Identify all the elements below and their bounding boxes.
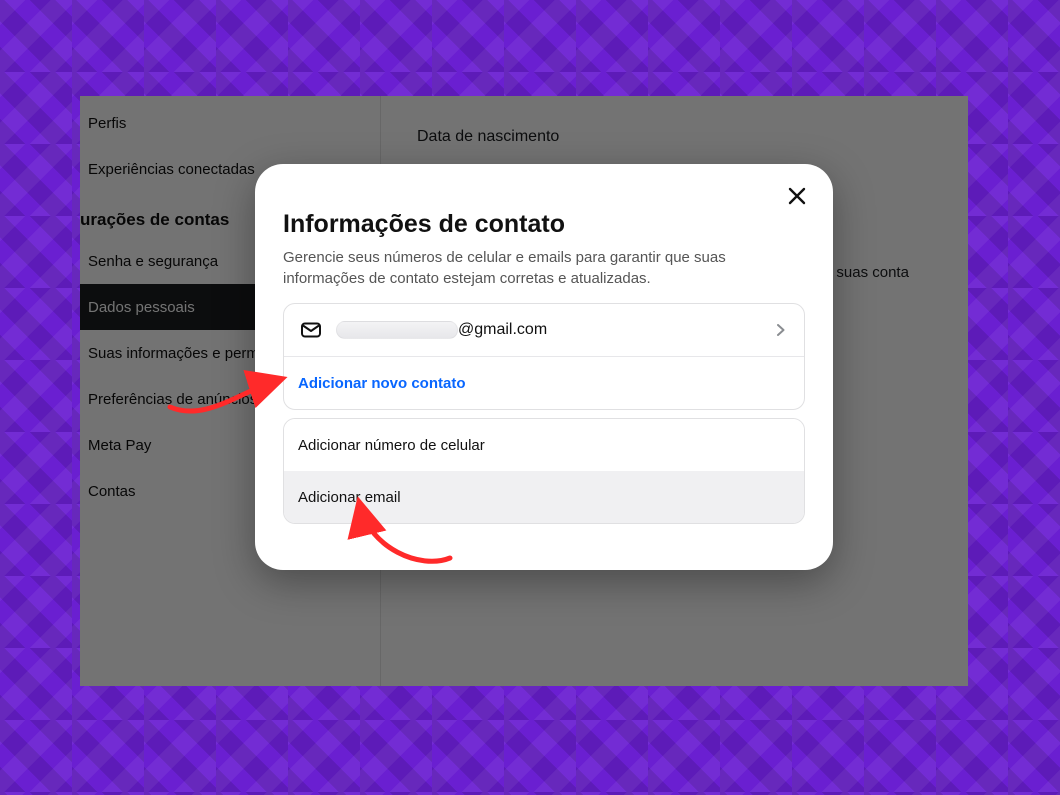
dialog-description: Gerencie seus números de celular e email… [283, 247, 805, 289]
contact-card: @gmail.com Adicionar novo contato [283, 303, 805, 410]
contact-row-email[interactable]: @gmail.com [284, 304, 804, 356]
email-local-redacted [336, 321, 458, 339]
option-label: Adicionar número de celular [298, 437, 485, 454]
email-domain: @gmail.com [458, 321, 547, 339]
dob-label: Data de nascimento [417, 128, 948, 146]
close-icon [788, 187, 806, 210]
sidebar-item-label: Senha e segurança [88, 253, 218, 270]
sidebar-item-label: Suas informações e perm [88, 345, 259, 362]
sidebar-item-label: Contas [88, 483, 136, 500]
mail-icon [298, 317, 324, 343]
chevron-right-icon [772, 321, 790, 339]
contact-info-dialog: Informações de contato Gerencie seus núm… [255, 164, 833, 570]
sidebar-item-label: Experiências conectadas [88, 161, 255, 178]
dialog-title: Informações de contato [283, 210, 805, 239]
add-new-contact-link[interactable]: Adicionar novo contato [284, 357, 804, 409]
sidebar-item-label: Dados pessoais [88, 299, 195, 316]
stage: Perfis Experiências conectadas urações d… [0, 0, 1060, 795]
sidebar-item-perfis[interactable]: Perfis [80, 100, 380, 146]
sidebar-item-label: Perfis [88, 115, 126, 132]
add-options: Adicionar número de celular Adicionar em… [283, 418, 805, 524]
close-button[interactable] [783, 184, 811, 212]
option-label: Adicionar email [298, 489, 401, 506]
option-add-phone[interactable]: Adicionar número de celular [284, 419, 804, 471]
sidebar-item-label: Preferências de anúncios [88, 391, 257, 408]
option-add-email[interactable]: Adicionar email [284, 471, 804, 523]
sidebar-item-label: Meta Pay [88, 437, 151, 454]
add-new-contact-label: Adicionar novo contato [298, 375, 466, 392]
